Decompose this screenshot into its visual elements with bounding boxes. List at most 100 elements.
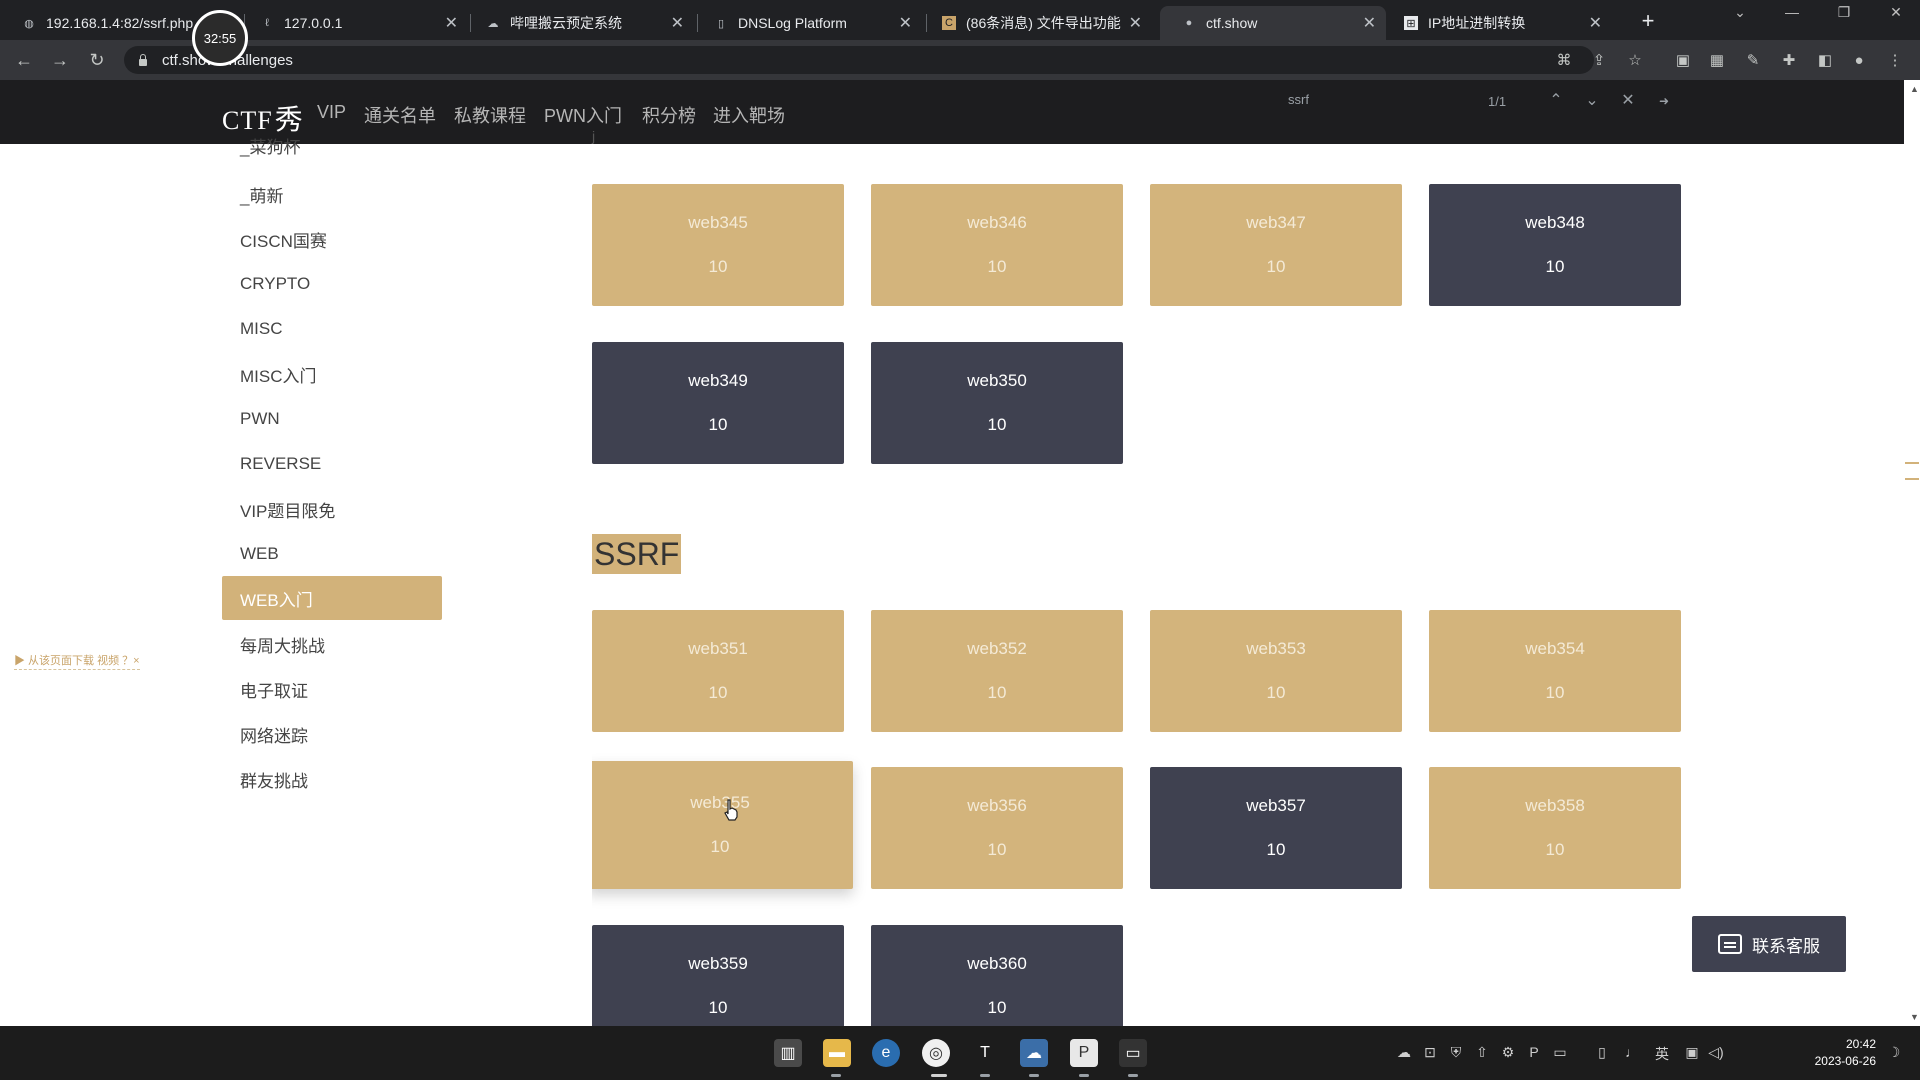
tab-ssrf-php[interactable]: ◍ 192.168.1.4:82/ssrf.php <box>0 6 222 40</box>
p-tray-icon[interactable]: P <box>1524 1044 1544 1060</box>
nav-enter-range[interactable]: 进入靶场 <box>713 102 785 128</box>
tab-localhost[interactable]: ℓ 127.0.0.1 ✕ <box>238 6 468 40</box>
screenshot-tray-icon[interactable]: ⊡ <box>1420 1044 1440 1061</box>
sidebar-item-misc-intro[interactable]: MISC入门 <box>222 352 442 396</box>
challenge-card-web349[interactable]: web349 10 <box>592 342 844 464</box>
sidebar-item-osint[interactable]: 网络迷踪 <box>222 712 442 756</box>
terminal-icon[interactable]: ▭ <box>1119 1039 1147 1067</box>
input-method-indicator[interactable]: 英 <box>1652 1044 1672 1064</box>
chevron-up-icon[interactable]: ⌃ <box>1546 90 1566 110</box>
sidebar-item-web[interactable]: WEB <box>222 532 442 576</box>
challenge-card-web358[interactable]: web358 10 <box>1429 767 1681 889</box>
sidebar-item-ciscn[interactable]: CISCN国赛 <box>222 217 442 261</box>
forward-icon[interactable]: → <box>47 47 73 73</box>
minimize-icon[interactable]: — <box>1772 4 1812 20</box>
tab-search-icon[interactable]: ⌄ <box>1720 4 1760 21</box>
tab-booking-system[interactable]: ☁ 哔哩搬云预定系统 ✕ <box>464 6 694 40</box>
scroll-up-icon[interactable]: ▲ <box>1910 84 1919 94</box>
challenge-card-web359[interactable]: web359 10 <box>592 925 844 1026</box>
contact-support-button[interactable]: 联系客服 <box>1692 916 1846 972</box>
typora-icon[interactable]: T <box>971 1039 999 1067</box>
qr-extension-icon[interactable]: ▦ <box>1706 49 1728 71</box>
chevron-down-icon[interactable]: ⌄ <box>1582 90 1602 110</box>
tab-dnslog[interactable]: ▯ DNSLog Platform ✕ <box>692 6 922 40</box>
pin-icon[interactable]: ➜ <box>1654 94 1674 108</box>
address-bar[interactable]: ctf.show/challenges <box>124 46 1594 74</box>
side-panel-icon[interactable]: ◧ <box>1814 49 1836 71</box>
extension-icon[interactable]: ✎ <box>1742 49 1764 71</box>
edge-browser-icon[interactable]: e <box>872 1039 900 1067</box>
chrome-browser-icon[interactable]: ◎ <box>922 1039 950 1067</box>
settings-tray-icon[interactable]: ⚙ <box>1498 1044 1518 1061</box>
nav-pass-list[interactable]: 通关名单 <box>364 102 436 128</box>
challenge-card-web351[interactable]: web351 10 <box>592 610 844 732</box>
window-close-icon[interactable]: ✕ <box>1876 4 1916 21</box>
notification-moon-icon[interactable]: ☽ <box>1884 1044 1904 1061</box>
browser-menu-icon[interactable]: ⋮ <box>1884 49 1906 71</box>
taskbar-clock[interactable]: 20:42 2023-06-26 <box>1796 1036 1876 1070</box>
sidebar-item-community[interactable]: 群友挑战 <box>222 757 442 801</box>
challenge-card-web354[interactable]: web354 10 <box>1429 610 1681 732</box>
network-icon[interactable]: ▣ <box>1682 1044 1702 1061</box>
challenge-card-web350[interactable]: web350 10 <box>871 342 1123 464</box>
challenge-card-web352[interactable]: web352 10 <box>871 610 1123 732</box>
sidebar-item-forensics[interactable]: 电子取证 <box>222 667 442 711</box>
site-logo[interactable]: CTF秀 <box>222 98 304 138</box>
nav-pwn-intro[interactable]: PWN入门 <box>544 102 622 128</box>
cloud-app-icon[interactable]: ☁ <box>1020 1039 1048 1067</box>
close-icon[interactable]: ✕ <box>671 13 684 33</box>
file-explorer-icon[interactable]: ▬ <box>823 1039 851 1067</box>
close-icon[interactable]: ✕ <box>1363 13 1376 33</box>
challenge-card-web360[interactable]: web360 10 <box>871 925 1123 1026</box>
reload-icon[interactable]: ↻ <box>84 47 110 73</box>
sidebar-item-vip-free[interactable]: VIP题目限免 <box>222 487 442 531</box>
challenge-card-web346[interactable]: web346 10 <box>871 184 1123 306</box>
share-icon[interactable]: ⇪ <box>1588 49 1610 71</box>
nav-scoreboard[interactable]: 积分榜 <box>642 102 696 128</box>
translate-icon[interactable]: ⌘ <box>1553 49 1575 71</box>
profile-avatar-icon[interactable]: ● <box>1848 49 1870 71</box>
close-icon[interactable]: ✕ <box>1129 13 1142 33</box>
nav-private-courses[interactable]: 私教课程 <box>454 102 526 128</box>
video-download-hint[interactable]: ▶ 从该页面下载 视频 ？× <box>14 652 140 670</box>
extension-badge-icon[interactable]: ▣ <box>1672 49 1694 71</box>
find-input[interactable] <box>1288 92 1438 107</box>
challenge-card-web348[interactable]: web348 10 <box>1429 184 1681 306</box>
upload-tray-icon[interactable]: ⇧ <box>1472 1044 1492 1061</box>
challenge-card-web347[interactable]: web347 10 <box>1150 184 1402 306</box>
p-app-icon[interactable]: P <box>1070 1039 1098 1067</box>
close-icon[interactable]: ✕ <box>445 13 458 33</box>
challenge-card-web353[interactable]: web353 10 <box>1150 610 1402 732</box>
challenge-card-web345[interactable]: web345 10 <box>592 184 844 306</box>
tab-ctf-show[interactable]: ● ctf.show ✕ <box>1160 6 1386 40</box>
scroll-down-icon[interactable]: ▼ <box>1910 1012 1919 1022</box>
page-scrollbar[interactable] <box>1904 80 1920 1026</box>
close-icon[interactable]: ✕ <box>899 13 912 33</box>
close-icon[interactable]: ✕ <box>1618 90 1638 110</box>
tab-ip-converter[interactable]: ⊞ IP地址进制转换 ✕ <box>1382 6 1612 40</box>
cloud-tray-icon[interactable]: ☁ <box>1394 1044 1414 1061</box>
sidebar-item-web-intro[interactable]: WEB入门 <box>222 576 442 620</box>
device-tray-icon[interactable]: ▯ <box>1592 1044 1612 1061</box>
nav-vip[interactable]: VIP <box>317 102 346 123</box>
sidebar-item-crypto[interactable]: CRYPTO <box>222 262 442 306</box>
close-icon[interactable]: ✕ <box>1589 13 1602 33</box>
sidebar-item-reverse[interactable]: REVERSE <box>222 442 442 486</box>
maximize-icon[interactable]: ❐ <box>1824 4 1864 21</box>
microphone-icon[interactable]: ♩ <box>1622 1044 1642 1060</box>
shield-tray-icon[interactable]: ⛨ <box>1446 1044 1466 1061</box>
task-view-icon[interactable]: ▥ <box>774 1039 802 1067</box>
challenge-card-web356[interactable]: web356 10 <box>871 767 1123 889</box>
challenge-card-web357[interactable]: web357 10 <box>1150 767 1402 889</box>
sidebar-item-mengxin[interactable]: _萌新 <box>222 172 442 216</box>
back-icon[interactable]: ← <box>11 47 37 73</box>
sidebar-item-caigou[interactable]: _菜狗杯 <box>222 136 442 158</box>
sidebar-item-weekly[interactable]: 每周大挑战 <box>222 622 442 666</box>
challenge-card-web355[interactable]: web355 10 <box>592 761 853 889</box>
display-tray-icon[interactable]: ▭ <box>1550 1044 1570 1061</box>
new-tab-button[interactable]: + <box>1633 6 1663 36</box>
sidebar-item-misc[interactable]: MISC <box>222 307 442 351</box>
extensions-puzzle-icon[interactable]: ✚ <box>1778 49 1800 71</box>
bookmark-star-icon[interactable]: ☆ <box>1624 49 1646 71</box>
sidebar-item-pwn[interactable]: PWN <box>222 397 442 441</box>
